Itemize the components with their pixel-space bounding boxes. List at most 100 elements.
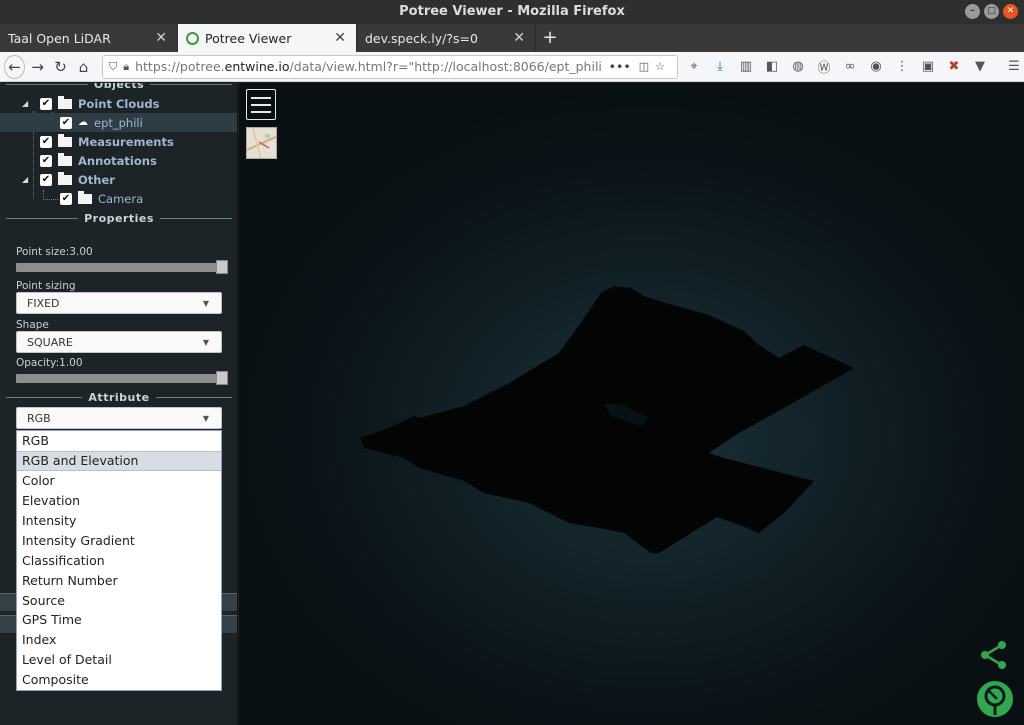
option-index[interactable]: Index [17,630,221,650]
point-cloud-render [360,286,854,553]
grid-extension-icon[interactable]: ⋮ [892,57,912,77]
select-value: FIXED [27,296,60,310]
tab-close-icon[interactable]: ✕ [334,30,346,46]
tree-item-label: Point Clouds [78,96,160,111]
tree-item-label: Camera [98,191,144,206]
objects-section-title: Objects [0,83,237,91]
library-icon[interactable]: ▥ [736,57,756,77]
slider-handle[interactable] [216,260,228,274]
collapse-triangle-icon[interactable]: ◢ [22,99,28,108]
caret-down-icon: ▼ [202,413,209,423]
window-title: Potree Viewer - Mozilla Firefox [399,4,625,19]
opacity-slider[interactable] [16,371,228,385]
url-bar[interactable]: ⛉ 🔒︎ https://potree.entwine.io/data/view… [102,54,678,79]
tab-close-icon[interactable]: ✕ [155,30,167,46]
tab-close-icon[interactable]: ✕ [513,30,525,46]
back-arrow-icon[interactable]: ← [4,54,26,79]
pocket-icon[interactable]: ◫ [639,60,649,73]
share-icon[interactable] [979,640,1009,670]
collapse-triangle-icon[interactable]: ◢ [22,175,28,184]
shield-icon[interactable]: ⛉ [109,60,117,74]
tab-label: Taal Open LiDAR [8,30,111,46]
reload-icon[interactable]: ↻ [50,55,71,79]
minimize-icon[interactable]: – [965,4,980,19]
point-cloud-viewport[interactable] [239,83,1024,725]
bookmark-star-icon[interactable]: ☆ [655,60,665,73]
lock-icon[interactable]: 🔒︎ [123,60,129,74]
page-actions-icon[interactable]: ••• [609,59,631,74]
maximize-icon[interactable]: □ [984,4,999,19]
account-icon[interactable]: ◉ [866,57,886,77]
tree-item-ept-phili[interactable]: ✔ ☁ ept_phili [0,113,237,132]
tab-label: Potree Viewer [205,30,292,46]
folder-icon [58,95,72,109]
option-rgb-and-elevation[interactable]: RGB and Elevation [17,450,221,471]
option-return-number[interactable]: Return Number [17,570,221,590]
tree-item-label: Other [78,172,115,187]
option-composite[interactable]: Composite [17,670,221,690]
opacity-label: Opacity:1.00 [16,357,83,369]
tree-item-annotations[interactable]: ✔ Annotations [22,151,157,170]
checkbox-checked-icon[interactable]: ✔ [40,173,52,186]
tree-item-measurements[interactable]: ✔ Measurements [22,132,174,151]
tree-item-other[interactable]: ◢ ✔ Other [22,170,115,189]
option-classification[interactable]: Classification [17,550,221,570]
option-rgb[interactable]: RGB [17,431,221,451]
properties-section-title: Properties [0,211,237,225]
screenshot-icon[interactable]: ⌖ [684,57,704,77]
option-intensity-gradient[interactable]: Intensity Gradient [17,530,221,550]
forward-arrow-icon[interactable]: → [27,55,48,79]
tree-item-label: ept_phili [94,115,143,130]
sidebar-toggle-icon[interactable]: ◧ [762,57,782,77]
point-sizing-label: Point sizing [16,280,76,292]
tab-label: dev.speck.ly/?s=0 [365,30,478,46]
point-size-label: Point size:3.00 [16,246,93,258]
slider-handle[interactable] [216,371,228,385]
checkbox-checked-icon[interactable]: ✔ [40,97,52,110]
tab-speckly[interactable]: dev.speck.ly/?s=0 ✕ [357,24,536,52]
shape-label: Shape [16,319,49,331]
select-value: SQUARE [27,335,73,349]
attribute-select[interactable]: RGB ▼ [16,407,222,429]
caret-down-icon: ▼ [202,298,209,308]
qr-extension-icon[interactable]: ▣ [918,57,938,77]
new-tab-plus-icon[interactable]: + [536,24,564,52]
cloud-icon: ☁ [78,117,88,128]
vpn-extension-icon[interactable]: ▼ [970,57,990,77]
potree-logo-icon[interactable] [975,679,1015,719]
option-gps-time[interactable]: GPS Time [17,610,221,630]
attribute-section-title: Attribute [0,390,237,404]
download-icon[interactable]: ⤓ [710,57,730,77]
checkbox-checked-icon[interactable]: ✔ [60,116,72,129]
checkbox-checked-icon[interactable]: ✔ [40,154,52,167]
option-elevation[interactable]: Elevation [17,491,221,511]
folder-icon [58,171,72,185]
checkbox-checked-icon[interactable]: ✔ [40,135,52,148]
tree-item-camera[interactable]: ✔ Camera [60,189,143,208]
caret-down-icon: ▼ [202,337,209,347]
tree-item-label: Annotations [78,153,157,168]
point-size-slider[interactable] [16,260,228,274]
shape-select[interactable]: SQUARE ▼ [16,331,222,353]
hamburger-menu-icon[interactable]: ☰ [1004,57,1024,77]
point-sizing-select[interactable]: FIXED ▼ [16,292,222,314]
wordpress-icon[interactable]: Ⓦ [814,57,834,77]
checkbox-checked-icon[interactable]: ✔ [60,192,72,205]
tab-strip: Taal Open LiDAR ✕ Potree Viewer ✕ dev.sp… [0,24,1024,52]
home-icon[interactable]: ⌂ [73,55,94,79]
puzzle-extension-icon[interactable]: ✖ [944,57,964,77]
option-level-of-detail[interactable]: Level of Detail [17,650,221,670]
url-text[interactable]: https://potree.entwine.io/data/view.html… [135,59,602,74]
folder-icon [58,152,72,166]
tab-potree-viewer[interactable]: Potree Viewer ✕ [178,24,357,52]
option-intensity[interactable]: Intensity [17,511,221,531]
close-window-icon[interactable]: ✕ [1003,4,1018,19]
glasses-icon[interactable]: ∞ [840,57,860,77]
tab-taal-open-lidar[interactable]: Taal Open LiDAR ✕ [0,24,178,52]
tree-item-point-clouds[interactable]: ◢ ✔ Point Clouds [22,94,160,113]
potree-favicon-icon [186,31,199,45]
option-source[interactable]: Source [17,590,221,610]
tree-item-label: Measurements [78,134,174,149]
globe-icon[interactable]: ◍ [788,57,808,77]
option-color[interactable]: Color [17,471,221,491]
